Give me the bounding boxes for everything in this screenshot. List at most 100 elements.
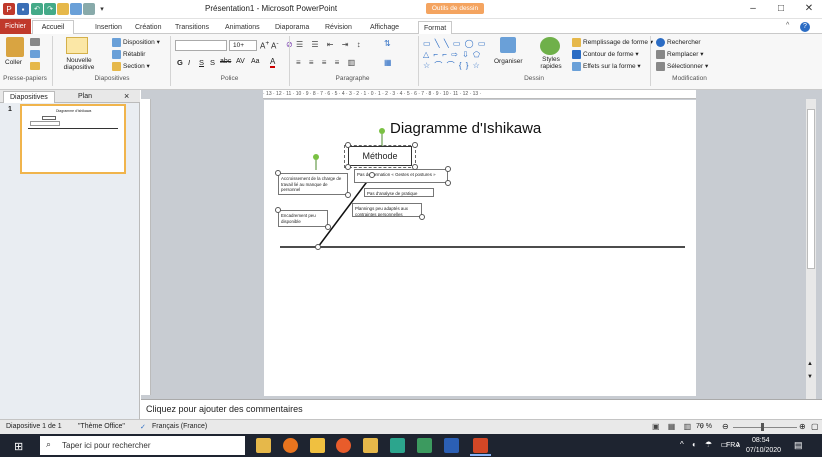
font-size-input[interactable]: 10+	[229, 40, 257, 51]
slide-canvas[interactable]: Diagramme d'Ishikawa Méthode Accroisseme…	[264, 100, 696, 396]
chrome-icon[interactable]	[336, 438, 351, 453]
spellcheck-icon[interactable]: ✓	[140, 423, 146, 431]
resize-handle[interactable]	[445, 166, 451, 172]
strikethrough-button[interactable]: abc	[220, 58, 231, 65]
prev-slide-icon[interactable]: ▲	[807, 361, 813, 367]
resize-handle[interactable]	[315, 244, 321, 250]
bullets-icon[interactable]: ☰ ☰ ⇤ ⇥ ↕	[296, 40, 364, 49]
tab-fichier[interactable]: Fichier	[0, 19, 31, 34]
status-theme[interactable]: "Thème Office"	[78, 423, 125, 430]
reset-button[interactable]: Rétablir	[112, 50, 145, 59]
status-language[interactable]: Français (France)	[152, 423, 207, 430]
windows-start-icon[interactable]: ⊞	[14, 440, 23, 453]
clock-time[interactable]: 08:54	[752, 437, 770, 444]
excel-icon[interactable]	[417, 438, 432, 453]
save-icon[interactable]: ▪	[17, 3, 29, 15]
align-icon[interactable]: ≡ ≡ ≡ ≡ ▥	[296, 58, 358, 67]
char-spacing-button[interactable]: AV	[236, 58, 245, 65]
text-direction-icon[interactable]: ⇅	[384, 39, 391, 48]
replace-button[interactable]: Remplacer ▾	[656, 50, 704, 59]
zoom-in-icon[interactable]: ⊕	[799, 422, 806, 431]
publisher-icon[interactable]	[390, 438, 405, 453]
print-preview-icon[interactable]	[70, 3, 82, 15]
layout-button[interactable]: Disposition ▾	[112, 38, 160, 47]
shadow-button[interactable]: S	[210, 58, 215, 67]
shape-fill-button[interactable]: Remplissage de forme ▾	[572, 38, 653, 47]
file-explorer-icon[interactable]	[256, 438, 271, 453]
copy-icon[interactable]	[30, 50, 40, 58]
cause-box-overload[interactable]: Accroissement de la charge de travail li…	[278, 173, 348, 195]
resize-handle[interactable]	[412, 142, 418, 148]
collapse-ribbon-icon[interactable]: ^	[786, 22, 789, 29]
clock-date[interactable]: 07/10/2020	[746, 447, 781, 454]
zoom-level[interactable]: 70 %	[696, 423, 712, 430]
open-icon[interactable]	[57, 3, 69, 15]
new-file-icon[interactable]	[83, 3, 95, 15]
resize-handle[interactable]	[325, 224, 331, 230]
change-case-button[interactable]: Aa	[251, 58, 260, 65]
notifications-icon[interactable]: ▤	[794, 440, 803, 451]
resize-handle[interactable]	[445, 180, 451, 186]
shape-outline-button[interactable]: Contour de forme ▾	[572, 50, 639, 59]
paste-button[interactable]: Coller	[5, 59, 22, 66]
quick-styles-icon[interactable]	[540, 37, 560, 55]
taskbar-search-input[interactable]: ⌕ Taper ici pour rechercher	[40, 436, 245, 455]
arrange-button[interactable]: Organiser	[494, 58, 523, 65]
shapes-gallery[interactable]: ▭ ╲ ╲ ▭ ◯ ▭ △ ⌐ ⌐ ⇨ ⇩ ⬠ ☆ ⌒ ⌒ { } ☆	[423, 38, 491, 72]
resize-handle[interactable]	[419, 214, 425, 220]
help-icon[interactable]: ?	[800, 22, 810, 32]
vertical-scrollbar[interactable]: ▲ ▼	[806, 99, 816, 399]
word-icon[interactable]	[444, 438, 459, 453]
minimize-button[interactable]: –	[745, 3, 761, 15]
cut-icon[interactable]	[30, 38, 40, 46]
smartart-icon[interactable]: ▦	[384, 58, 392, 67]
notes-pane[interactable]: Cliquez pour ajouter des commentaires	[141, 399, 822, 419]
powerpoint-taskbar-icon[interactable]	[473, 438, 488, 453]
cause-box-analysis[interactable]: Pas d'analyse de pratique	[364, 188, 434, 197]
tab-diaporama[interactable]: Diaporama	[270, 21, 314, 34]
maximize-button[interactable]: □	[773, 3, 789, 15]
rotation-handle[interactable]	[379, 128, 385, 134]
firefox-icon[interactable]	[283, 438, 298, 453]
resize-handle[interactable]	[275, 170, 281, 176]
tab-accueil[interactable]: Accueil	[32, 20, 74, 35]
grow-font-button[interactable]: A+ A-	[260, 40, 279, 51]
cause-box-schedule[interactable]: Plannings peu adaptés aux contraintes pe…	[352, 203, 422, 217]
tab-creation[interactable]: Création	[130, 21, 166, 34]
bold-button[interactable]: G	[177, 58, 183, 67]
tab-insertion[interactable]: Insertion	[90, 21, 127, 34]
resize-handle[interactable]	[275, 207, 281, 213]
quick-styles-button[interactable]: Styles rapides	[537, 56, 565, 70]
new-slide-button[interactable]: Nouvelle diapositive	[63, 57, 95, 71]
resize-handle[interactable]	[345, 142, 351, 148]
resize-handle[interactable]	[345, 192, 351, 198]
slide-thumbnail[interactable]: Diagramme d'Ishikawa	[20, 104, 126, 174]
tab-transitions[interactable]: Transitions	[170, 21, 214, 34]
section-button[interactable]: Section ▾	[112, 62, 150, 71]
tab-slides[interactable]: Diapositives	[3, 91, 55, 103]
scroll-thumb[interactable]	[807, 109, 815, 269]
font-color-button[interactable]: A	[270, 57, 276, 68]
zoom-slider-thumb[interactable]	[761, 423, 764, 431]
zoom-slider[interactable]	[733, 427, 797, 428]
zoom-out-icon[interactable]: ⊖	[722, 422, 729, 431]
rotation-handle[interactable]	[313, 154, 319, 160]
fit-window-icon[interactable]: ▢	[811, 422, 819, 431]
find-button[interactable]: Rechercher	[656, 38, 701, 47]
close-button[interactable]: ✕	[801, 3, 817, 15]
tab-outline[interactable]: Plan	[78, 91, 92, 102]
cause-box-supervision[interactable]: Encadrement peu disponible	[278, 210, 328, 227]
next-slide-icon[interactable]: ▼	[807, 374, 813, 380]
arrange-icon[interactable]	[500, 37, 516, 53]
tab-revision[interactable]: Révision	[320, 21, 357, 34]
cause-box-training[interactable]: Pas de formation « Gestes et postures »	[354, 169, 448, 183]
italic-button[interactable]: I	[188, 58, 190, 67]
resize-handle[interactable]	[369, 172, 375, 178]
paste-icon[interactable]	[6, 37, 24, 57]
underline-button[interactable]: S	[199, 58, 204, 67]
tab-animations[interactable]: Animations	[220, 21, 265, 34]
select-button[interactable]: Sélectionner ▾	[656, 62, 708, 71]
resize-handle[interactable]	[412, 164, 418, 170]
undo-icon[interactable]: ↶	[31, 3, 43, 15]
resize-handle[interactable]	[345, 164, 351, 170]
